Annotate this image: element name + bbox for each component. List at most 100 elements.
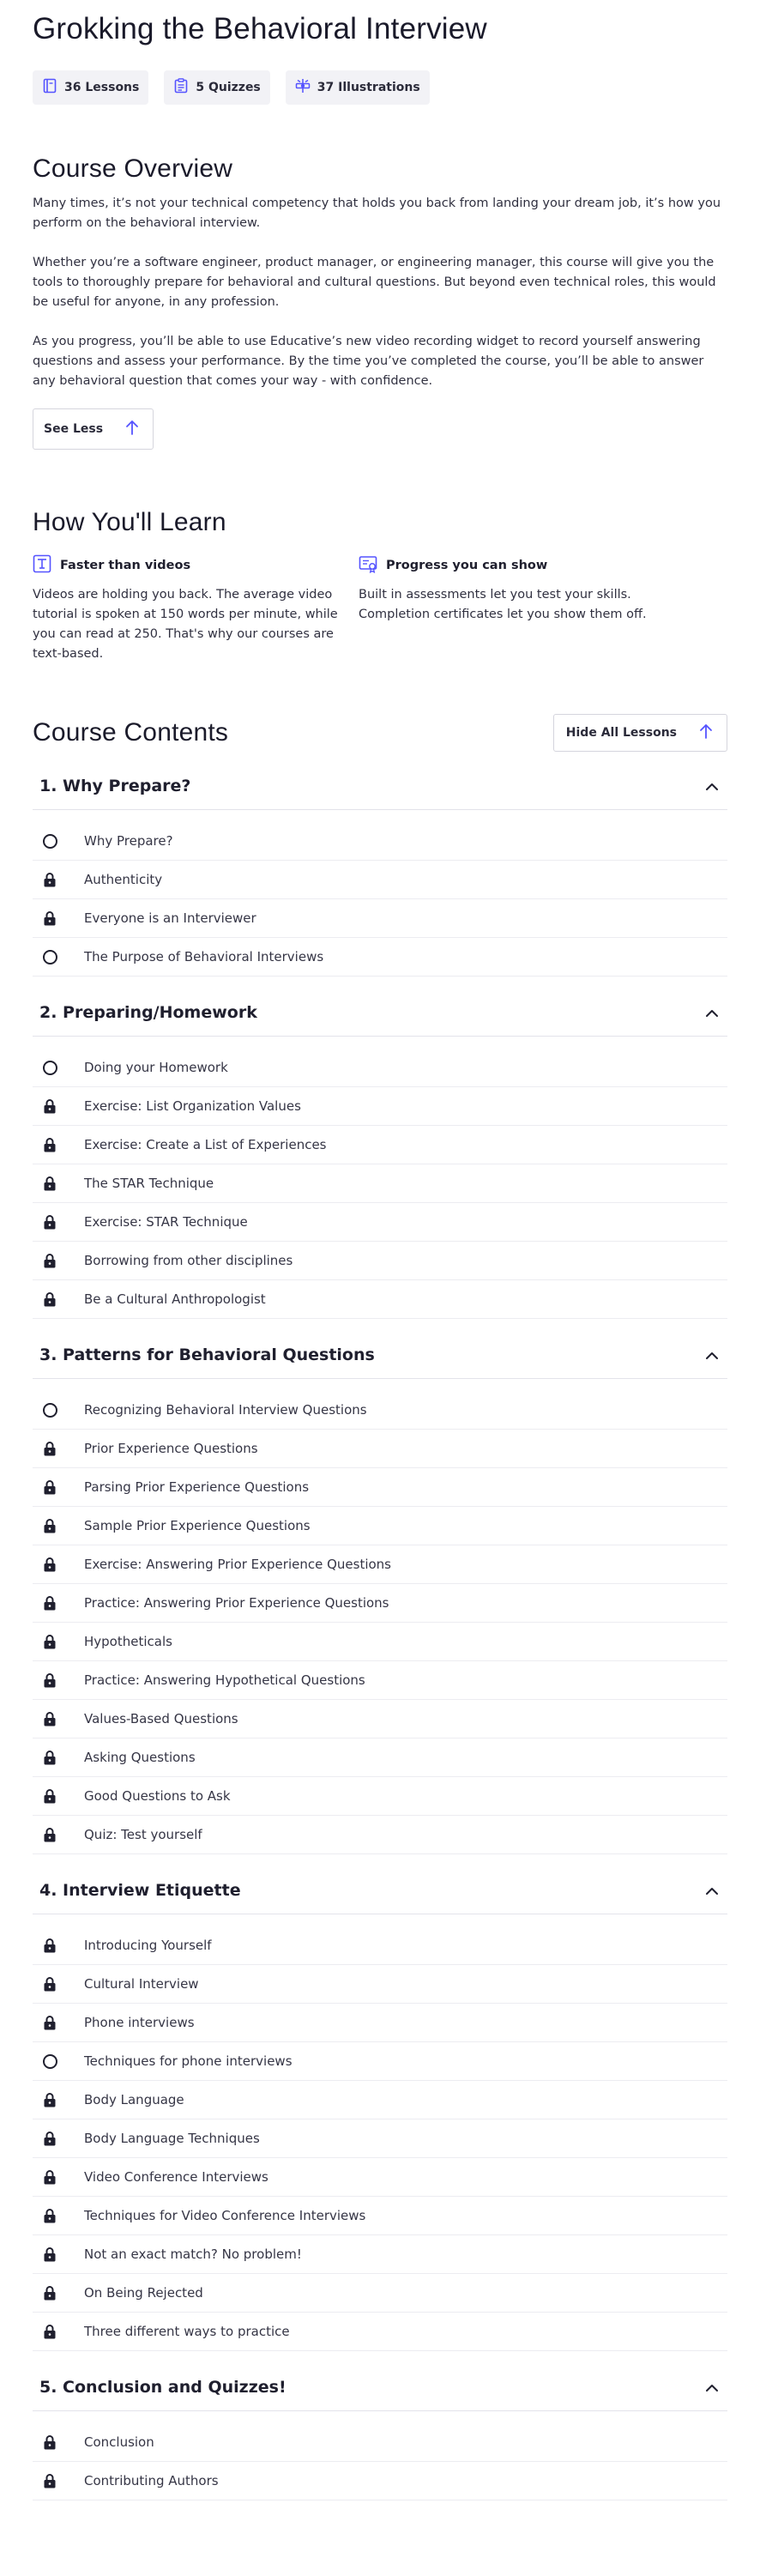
lesson-title: Authenticity [84,872,163,887]
arrow-up-icon [125,420,139,438]
circle-icon [41,1401,58,1418]
lesson-title: Not an exact match? No problem! [84,2246,302,2262]
lesson-row[interactable]: Three different ways to practice [33,2313,727,2351]
lock-icon [41,910,58,927]
lesson-title: Borrowing from other disciplines [84,1253,293,1268]
lock-icon [41,1175,58,1192]
lesson-row[interactable]: On Being Rejected [33,2274,727,2313]
section-title: 3. Patterns for Behavioral Questions [39,1345,375,1364]
section-header[interactable]: 3. Patterns for Behavioral Questions [33,1331,727,1379]
lock-icon [41,1710,58,1727]
lesson-row[interactable]: Contributing Authors [33,2462,727,2500]
text-format-icon [33,554,51,577]
lesson-title: Values-Based Questions [84,1711,238,1726]
lock-icon [41,2472,58,2489]
lesson-row[interactable]: The STAR Technique [33,1164,727,1203]
course-section: 1. Why Prepare? Why Prepare? Authenticity E… [33,762,727,977]
lesson-row[interactable]: Recognizing Behavioral Interview Questio… [33,1391,727,1430]
lesson-row[interactable]: Introducing Yourself [33,1926,727,1965]
lesson-title: Practice: Answering Prior Experience Que… [84,1595,389,1611]
lesson-title: On Being Rejected [84,2285,203,2301]
lesson-row[interactable]: Why Prepare? [33,822,727,861]
lesson-title: Hypotheticals [84,1634,172,1649]
lesson-row[interactable]: The Purpose of Behavioral Interviews [33,938,727,977]
lock-icon [41,2434,58,2451]
lock-icon [41,2130,58,2147]
course-section: 4. Interview Etiquette Introducing Yourse… [33,1866,727,2351]
lesson-row[interactable]: Body Language Techniques [33,2119,727,2158]
lock-icon [41,871,58,888]
learn-item-progress: Progress you can show Built in assessmen… [359,554,669,664]
overview-paragraph: Many times, it’s not your technical comp… [33,197,721,230]
lesson-row[interactable]: Techniques for phone interviews [33,2042,727,2081]
stat-lessons: 36 Lessons [33,70,149,105]
lessons-icon [42,78,57,97]
stat-illustrations: 37 Illustrations [285,70,430,105]
learn-item-title: Progress you can show [386,559,548,572]
section-header[interactable]: 2. Preparing/Homework [33,989,727,1037]
lesson-title: Be a Cultural Anthropologist [84,1291,266,1307]
section-title: 5. Conclusion and Quizzes! [39,2377,287,2397]
lesson-row[interactable]: Exercise: Create a List of Experiences [33,1126,727,1164]
hide-all-lessons-button[interactable]: Hide All Lessons [552,714,727,752]
lesson-title: Exercise: STAR Technique [84,1214,248,1230]
section-header[interactable]: 5. Conclusion and Quizzes! [33,2363,727,2411]
lesson-title: Parsing Prior Experience Questions [84,1479,310,1495]
lesson-row[interactable]: Conclusion [33,2423,727,2462]
lesson-row[interactable]: Practice: Answering Prior Experience Que… [33,1584,727,1623]
quiz-icon [173,78,189,97]
lesson-row[interactable]: Not an exact match? No problem! [33,2235,727,2274]
lesson-row[interactable]: Video Conference Interviews [33,2158,727,2197]
overview-paragraph: As you progress, you’ll be able to use E… [33,335,704,388]
lesson-list: Introducing Yourself Cultural Interview Ph… [33,1926,727,2351]
lesson-row[interactable]: Sample Prior Experience Questions [33,1507,727,1545]
lesson-row[interactable]: Authenticity [33,861,727,899]
lock-icon [41,1749,58,1766]
learn-item-text: Built in assessments let you test your s… [359,588,647,621]
see-less-button[interactable]: See Less [33,408,154,450]
lesson-row[interactable]: Be a Cultural Anthropologist [33,1280,727,1319]
lesson-row[interactable]: Borrowing from other disciplines [33,1242,727,1280]
lesson-row[interactable]: Body Language [33,2081,727,2119]
course-section: 5. Conclusion and Quizzes! Conclusion Cont… [33,2363,727,2500]
lock-icon [41,1556,58,1573]
lesson-title: Introducing Yourself [84,1938,212,1953]
lesson-row[interactable]: Practice: Answering Hypothetical Questio… [33,1661,727,1700]
lesson-title: Sample Prior Experience Questions [84,1518,311,1533]
lock-icon [41,1975,58,1992]
lesson-row[interactable]: Exercise: Answering Prior Experience Que… [33,1545,727,1584]
lesson-row[interactable]: Cultural Interview [33,1965,727,2004]
lesson-row[interactable]: Good Questions to Ask [33,1777,727,1816]
lesson-row[interactable]: Prior Experience Questions [33,1430,727,1468]
lesson-title: Good Questions to Ask [84,1788,231,1804]
lesson-row[interactable]: Doing your Homework [33,1049,727,1087]
lesson-row[interactable]: Exercise: STAR Technique [33,1203,727,1242]
lesson-row[interactable]: Hypotheticals [33,1623,727,1661]
lock-icon [41,1937,58,1954]
lesson-row[interactable]: Techniques for Video Conference Intervie… [33,2197,727,2235]
lock-icon [41,2246,58,2263]
section-header[interactable]: 1. Why Prepare? [33,762,727,810]
hide-all-label: Hide All Lessons [565,726,677,740]
lesson-row[interactable]: Exercise: List Organization Values [33,1087,727,1126]
lesson-title: Exercise: Answering Prior Experience Que… [84,1557,392,1572]
stat-quizzes-label: 5 Quizzes [196,81,261,94]
lesson-list: Doing your Homework Exercise: List Organi… [33,1049,727,1319]
chevron-up-icon [705,1345,719,1364]
lesson-row[interactable]: Phone interviews [33,2004,727,2042]
lesson-row[interactable]: Parsing Prior Experience Questions [33,1468,727,1507]
lesson-row[interactable]: Quiz: Test yourself [33,1816,727,1854]
stat-illustrations-label: 37 Illustrations [317,81,420,94]
section-header[interactable]: 4. Interview Etiquette [33,1866,727,1914]
circle-icon [41,2053,58,2070]
lesson-title: Phone interviews [84,2015,195,2030]
lesson-row[interactable]: Asking Questions [33,1738,727,1777]
lesson-row[interactable]: Everyone is an Interviewer [33,899,727,938]
lock-icon [41,1098,58,1115]
learn-heading: How You'll Learn [33,508,226,536]
lock-icon [41,1136,58,1153]
lesson-row[interactable]: Values-Based Questions [33,1700,727,1738]
lesson-title: Quiz: Test yourself [84,1827,202,1842]
course-contents: Course Contents Hide All Lessons 1. Why … [33,714,727,2500]
lesson-title: Exercise: List Organization Values [84,1098,301,1114]
